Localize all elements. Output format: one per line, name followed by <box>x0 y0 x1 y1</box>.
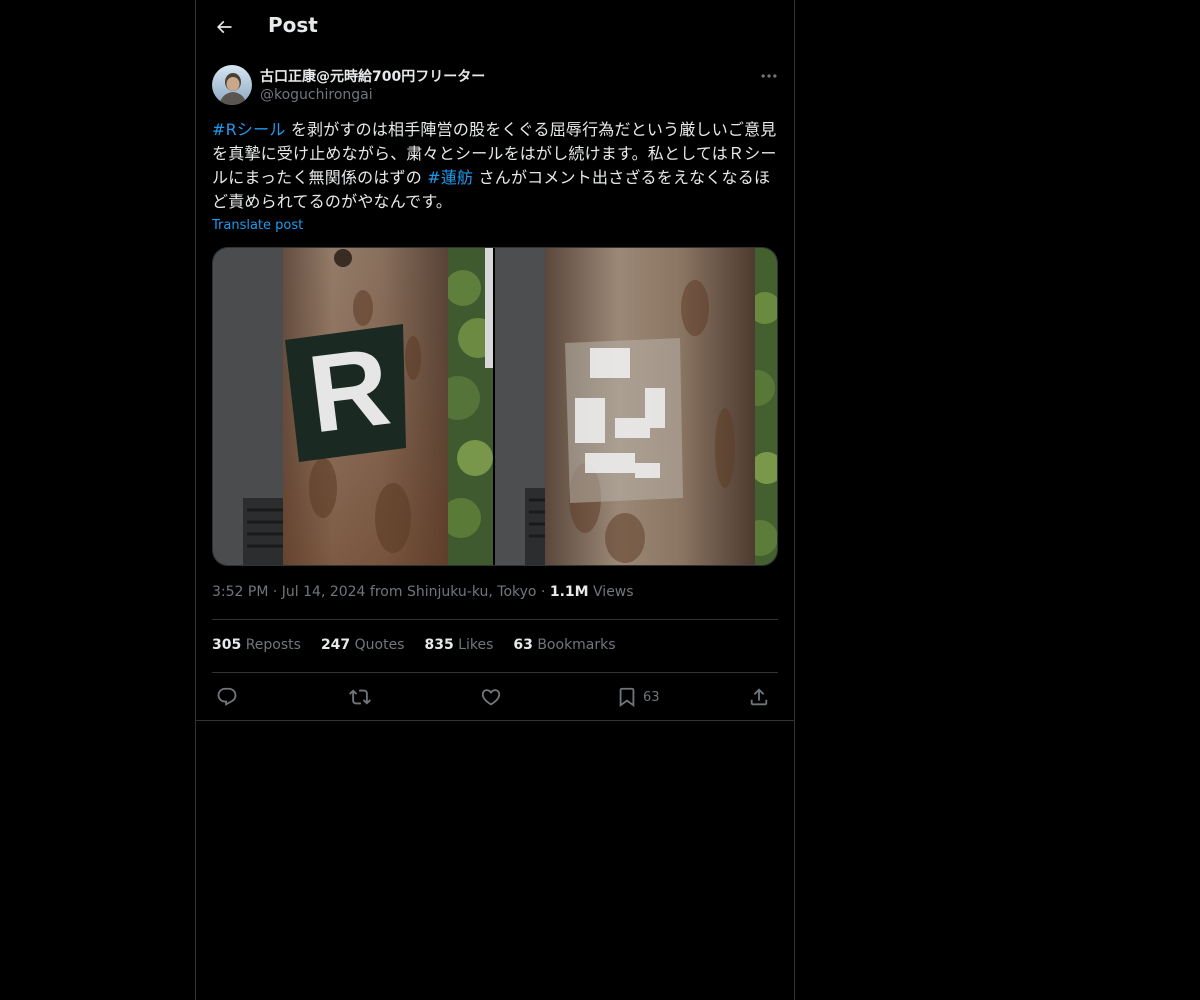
divider <box>212 619 778 620</box>
post-header: Post <box>196 0 794 54</box>
bookmark-count: 63 <box>643 689 660 705</box>
bookmarks-stat[interactable]: 63 Bookmarks <box>513 637 615 653</box>
bookmarks-label: Bookmarks <box>537 637 616 653</box>
bookmark-button[interactable]: 63 <box>616 683 660 711</box>
bookmarks-count: 63 <box>513 637 533 653</box>
heart-icon <box>481 689 501 706</box>
repost-button[interactable] <box>349 683 371 711</box>
avatar[interactable] <box>212 65 252 105</box>
back-button[interactable] <box>208 11 240 43</box>
reposts-stat[interactable]: 305 Reposts <box>212 637 301 653</box>
reposts-count: 305 <box>212 637 242 653</box>
more-options-button[interactable] <box>752 64 786 88</box>
views-label: Views <box>593 584 634 600</box>
post-date-location[interactable]: Jul 14, 2024 from Shinjuku-ku, Tokyo <box>282 584 537 600</box>
meta-separator: · <box>540 584 546 600</box>
likes-count: 835 <box>424 637 454 653</box>
post-media: R <box>212 247 778 566</box>
quotes-stat[interactable]: 247 Quotes <box>321 637 405 653</box>
like-button[interactable] <box>480 683 502 711</box>
author-handle[interactable]: @koguchirongai <box>260 87 373 103</box>
repost-icon <box>349 689 371 705</box>
photo-with-sticker[interactable]: R <box>213 248 493 565</box>
quotes-label: Quotes <box>354 637 405 653</box>
more-dots-icon <box>761 74 777 78</box>
post-meta: 3:52 PM · Jul 14, 2024 from Shinjuku-ku,… <box>212 584 634 600</box>
divider <box>196 720 794 721</box>
page-title: Post <box>268 13 318 37</box>
post-time[interactable]: 3:52 PM <box>212 584 268 600</box>
share-icon <box>750 688 768 706</box>
share-button[interactable] <box>748 683 770 711</box>
divider <box>212 672 778 673</box>
hashtag-link[interactable]: #蓮舫 <box>427 168 473 187</box>
author-display-name[interactable]: 古口正康@元時給700円フリーター <box>260 66 485 86</box>
sticker-letter: R <box>302 325 396 457</box>
main-column: Post 古口正康@元時給700円フリーター @koguchirongai #R… <box>195 0 795 1000</box>
post-actions: 63 <box>212 683 778 711</box>
reply-button[interactable] <box>216 683 238 711</box>
translate-post-link[interactable]: Translate post <box>212 218 303 233</box>
quotes-count: 247 <box>320 637 351 653</box>
photo-sticker-removed[interactable] <box>495 248 777 565</box>
meta-separator: · <box>272 584 278 600</box>
arrow-left-icon <box>216 20 232 34</box>
likes-label: Likes <box>458 637 494 653</box>
bookmark-icon <box>619 687 635 708</box>
views-count: 1.1M <box>549 584 589 600</box>
likes-stat[interactable]: 835 Likes <box>424 637 493 653</box>
post-text: #Rシール を剥がすのは相手陣営の股をくぐる屈辱行為だという厳しいご意見を真摯に… <box>212 118 778 214</box>
post-stats: 305 Reposts 247 Quotes 835 Likes 63 Book… <box>212 637 636 653</box>
hashtag-link[interactable]: #Rシール <box>212 120 286 139</box>
post-author: 古口正康@元時給700円フリーター @koguchirongai <box>212 64 778 108</box>
reply-icon <box>217 687 237 706</box>
reposts-label: Reposts <box>245 637 301 653</box>
